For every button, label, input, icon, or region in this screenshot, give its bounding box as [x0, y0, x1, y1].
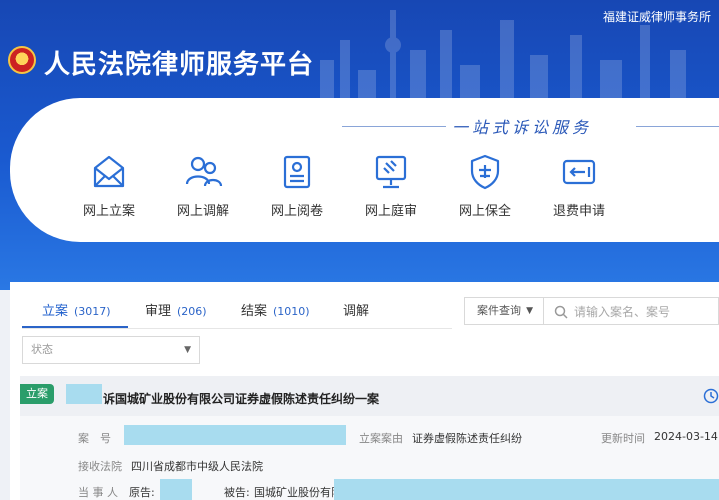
tab-mediation[interactable]: 调解 [343, 300, 369, 319]
redaction-block [124, 425, 346, 445]
service-label: 退费申请 [552, 204, 605, 219]
service-label: 网上立案 [82, 204, 135, 219]
people-icon [185, 156, 223, 187]
tab-label: 结案 [241, 304, 268, 319]
court-label: 接收法院 [78, 460, 122, 473]
envelope-icon [93, 155, 125, 188]
service-online-hearing[interactable]: 网上庭审 [351, 152, 431, 219]
redaction-block [160, 479, 192, 500]
service-label: 网上调解 [176, 204, 229, 219]
law-firm-name[interactable]: 福建证威律师事务所 [603, 8, 711, 25]
document-icon [283, 155, 311, 189]
service-label: 网上阅卷 [270, 204, 323, 219]
tab-count: (206) [177, 305, 207, 318]
gavel-icon [375, 155, 407, 189]
status-filter-select[interactable]: 状态 ▼ [22, 336, 200, 364]
tab-closed[interactable]: 结案 (1010) [241, 300, 310, 319]
tab-label: 立案 [42, 304, 69, 319]
court-emblem-icon [8, 46, 36, 74]
tab-label: 调解 [343, 304, 370, 319]
search-box[interactable] [544, 297, 719, 325]
updated-value: 2024-03-14 1 [654, 430, 719, 443]
caret-down-icon: ▼ [526, 306, 533, 316]
query-type-label: 案件查询 [477, 304, 521, 317]
service-online-mediation[interactable]: 网上调解 [163, 152, 243, 219]
case-query-type-select[interactable]: 案件查询 ▼ [464, 297, 544, 325]
redaction-block [66, 384, 102, 404]
cause-value: 证券虚假陈述责任纠纷 [412, 432, 522, 445]
tab-label: 审理 [145, 304, 172, 319]
slogan-line-right [636, 126, 719, 127]
service-refund-request[interactable]: 退费申请 [539, 152, 619, 219]
clock-icon [703, 388, 719, 404]
slogan-line-left [342, 126, 446, 127]
caret-down-icon: ▼ [184, 345, 191, 355]
search-icon [554, 305, 568, 319]
tab-count: (3017) [74, 305, 111, 318]
updated-label: 更新时间 [601, 432, 645, 445]
active-tab-indicator [22, 326, 128, 328]
service-online-preservation[interactable]: 网上保全 [445, 152, 525, 219]
case-number-label: 案 号 [78, 432, 111, 445]
status-placeholder: 状态 [31, 343, 53, 356]
plaintiff-label: 原告: [129, 486, 155, 499]
search-input[interactable] [572, 302, 716, 322]
service-label: 网上庭审 [364, 204, 417, 219]
defendant-label: 被告: [224, 486, 250, 499]
redaction-block [334, 479, 719, 500]
tab-count: (1010) [273, 305, 310, 318]
parties-label: 当 事 人 [78, 486, 118, 499]
shield-icon [470, 154, 500, 190]
refund-icon [562, 159, 596, 185]
court-value: 四川省成都市中级人民法院 [131, 460, 263, 473]
service-online-filing[interactable]: 网上立案 [69, 152, 149, 219]
service-online-file-review[interactable]: 网上阅卷 [257, 152, 337, 219]
tab-filing[interactable]: 立案 (3017) [42, 300, 111, 319]
case-title[interactable]: 诉国城矿业股份有限公司证券虚假陈述责任纠纷一案 [103, 390, 379, 407]
cause-label: 立案案由 [359, 432, 403, 445]
tab-trial[interactable]: 审理 (206) [145, 300, 207, 319]
service-label: 网上保全 [458, 204, 511, 219]
slogan-text: 一站式诉讼服务 [452, 118, 593, 137]
platform-title: 人民法院律师服务平台 [44, 50, 315, 80]
tab-divider [22, 328, 452, 329]
status-badge: 立案 [20, 384, 54, 404]
